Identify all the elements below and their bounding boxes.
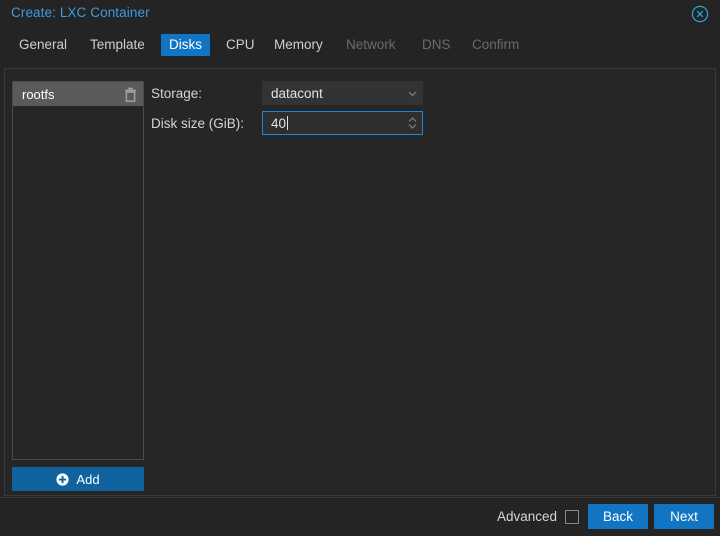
disk-size-input[interactable]: 40: [262, 111, 423, 135]
tab-disks[interactable]: Disks: [161, 34, 210, 56]
disk-item-label: rootfs: [22, 86, 55, 102]
tab-cpu[interactable]: CPU: [218, 34, 263, 56]
add-disk-label: Add: [76, 471, 100, 487]
plus-circle-icon: [56, 472, 70, 486]
close-circle-icon[interactable]: [691, 5, 709, 23]
dialog-titlebar: Create: LXC Container: [0, 0, 720, 28]
chevron-down-icon: [407, 88, 418, 99]
list-item-rootfs[interactable]: rootfs: [13, 82, 143, 106]
dialog-footer: Advanced Back Next: [0, 497, 720, 536]
next-button[interactable]: Next: [654, 504, 714, 529]
disks-content-panel: rootfs Add Storage: datacont Disk size (…: [4, 68, 716, 496]
text-caret: [287, 115, 289, 130]
storage-row: Storage: datacont: [151, 81, 707, 107]
disk-form: Storage: datacont Disk size (GiB): 40: [151, 81, 707, 141]
disk-size-row: Disk size (GiB): 40: [151, 111, 707, 137]
tab-dns: DNS: [422, 37, 451, 52]
create-lxc-container-dialog: Create: LXC Container General Template D…: [0, 0, 720, 536]
wizard-tabbar: General Template Disks CPU Memory Networ…: [0, 30, 720, 64]
dialog-title: Create: LXC Container: [11, 5, 150, 20]
storage-label: Storage:: [151, 86, 203, 101]
back-button[interactable]: Back: [588, 504, 648, 529]
tab-template[interactable]: Template: [82, 34, 153, 56]
trash-icon[interactable]: [124, 87, 137, 102]
disk-size-value: 40: [271, 115, 287, 131]
spinner-updown-icon[interactable]: [407, 115, 418, 131]
tab-general[interactable]: General: [11, 34, 75, 56]
add-disk-button[interactable]: Add: [12, 467, 144, 491]
storage-value: datacont: [271, 85, 323, 101]
storage-select[interactable]: datacont: [262, 81, 423, 105]
tab-memory[interactable]: Memory: [266, 34, 331, 56]
tab-network: Network: [346, 37, 396, 52]
advanced-checkbox[interactable]: [565, 510, 579, 524]
advanced-label: Advanced: [496, 509, 557, 524]
disk-size-label: Disk size (GiB):: [151, 116, 245, 131]
tab-confirm: Confirm: [472, 37, 520, 52]
disk-list[interactable]: rootfs: [12, 81, 144, 460]
